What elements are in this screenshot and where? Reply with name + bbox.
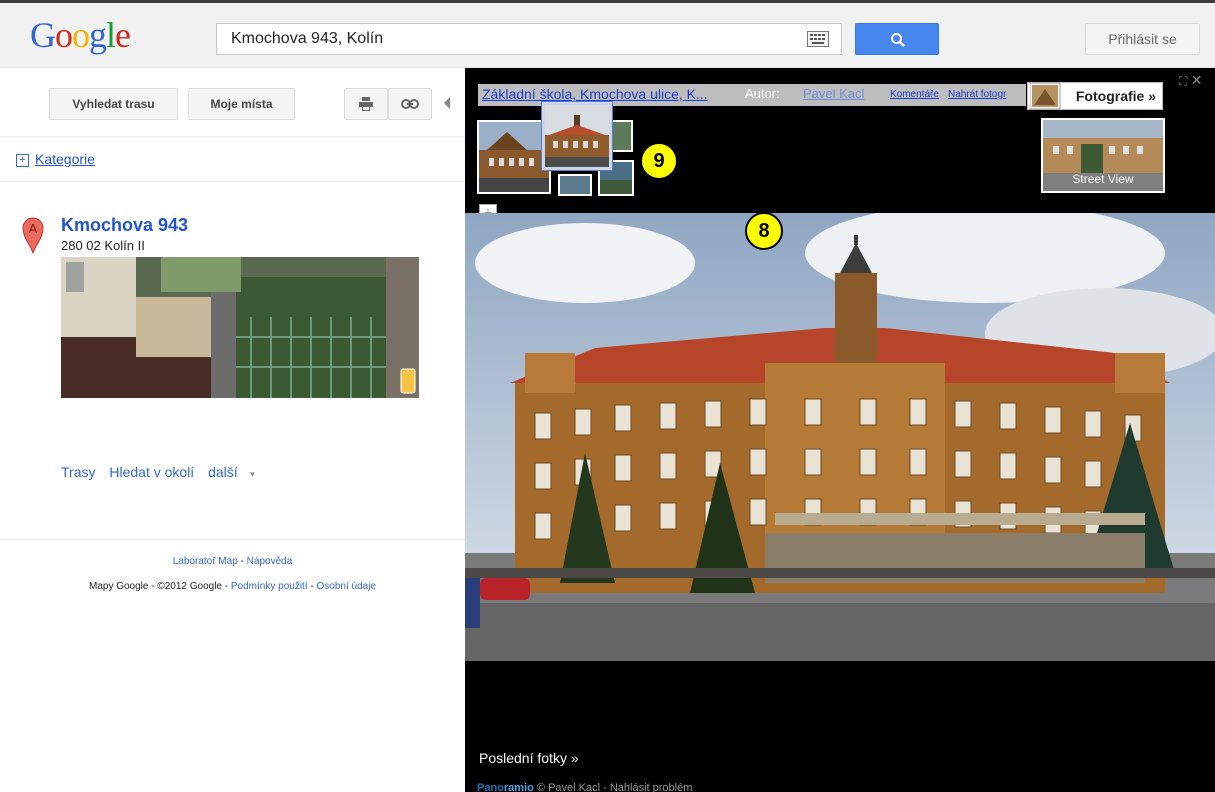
- search-nearby-link[interactable]: Hledat v okolí: [109, 464, 194, 480]
- logo-letter: g: [89, 15, 107, 55]
- sign-in-button[interactable]: Přihlásit se: [1085, 23, 1200, 55]
- categories-toggle[interactable]: + Kategorie: [16, 151, 95, 167]
- expand-icon[interactable]: ⛶: [1179, 74, 1187, 88]
- panoramio-logo[interactable]: Pano: [477, 782, 504, 792]
- logo-letter: e: [115, 15, 131, 55]
- more-label[interactable]: další: [208, 464, 238, 480]
- keyboard-icon[interactable]: [807, 31, 829, 47]
- street-view-label: Street View: [1072, 172, 1134, 186]
- privacy-link[interactable]: Osobní údaje: [317, 581, 377, 592]
- main-photo[interactable]: [465, 213, 1215, 661]
- terms-link[interactable]: Podmínky použití: [231, 581, 308, 592]
- sidebar: Vyhledat trasu Moje místa + Kategorie A K…: [0, 68, 465, 792]
- print-button[interactable]: [344, 88, 388, 120]
- search-icon: [891, 33, 905, 47]
- google-logo[interactable]: Google: [30, 15, 131, 55]
- logo-letter: o: [55, 15, 73, 55]
- photos-button-label: Fotografie »: [1075, 88, 1156, 104]
- categories-label[interactable]: Kategorie: [35, 151, 95, 167]
- search-input[interactable]: [217, 24, 791, 54]
- place-title[interactable]: Kmochova 943: [61, 215, 188, 236]
- search-button[interactable]: [855, 23, 939, 55]
- street-view-button[interactable]: Street View: [1041, 118, 1165, 193]
- place-address: 280 02 Kolín II: [61, 238, 145, 253]
- photo-thumbnail[interactable]: [558, 174, 592, 196]
- more-dropdown[interactable]: další ▾: [208, 464, 265, 480]
- my-places-button[interactable]: Moje místa: [188, 88, 295, 120]
- recent-photos-link[interactable]: Poslední fotky »: [479, 750, 579, 766]
- author-link[interactable]: Pavel Kacl: [803, 86, 864, 101]
- annotation-badge-8: 8: [745, 212, 783, 250]
- copyright-text: Mapy Google - ©2012 Google: [88, 581, 222, 592]
- photo-viewer: Základní škola, Kmochova ulice, K... Aut…: [465, 68, 1215, 792]
- logo-letter: l: [106, 15, 116, 55]
- route-button[interactable]: Vyhledat trasu: [49, 88, 178, 120]
- search-box[interactable]: [216, 23, 842, 55]
- divider: [0, 136, 465, 137]
- marker-letter: A: [29, 221, 38, 236]
- photo-stack-icon: [1030, 82, 1061, 110]
- print-icon: [359, 97, 373, 111]
- labs-link[interactable]: Laboratoř Map: [173, 556, 238, 567]
- divider: [0, 539, 465, 540]
- map-marker-icon[interactable]: A: [22, 216, 44, 254]
- upload-photo-link[interactable]: Nahrát fotogr: [948, 89, 1006, 100]
- author-label: Autor:: [745, 86, 780, 101]
- collapse-arrow-icon[interactable]: [443, 97, 451, 109]
- street-view-thumbnail[interactable]: [61, 257, 419, 398]
- footer-legal: Mapy Google - ©2012 Google - Podmínky po…: [88, 581, 377, 592]
- comments-link[interactable]: Komentáře: [890, 89, 939, 100]
- photos-button[interactable]: Fotografie »: [1027, 82, 1163, 110]
- link-icon: [401, 99, 419, 109]
- link-button[interactable]: [388, 88, 432, 120]
- logo-letter: o: [72, 15, 90, 55]
- help-link[interactable]: Nápověda: [247, 556, 293, 567]
- credit-text: © Pavel Kacl - Nahlásit problém: [536, 782, 693, 792]
- place-actions: Trasy Hledat v okolí další ▾: [61, 464, 275, 480]
- logo-letter: G: [30, 15, 56, 55]
- window-controls: ⛶ ✕: [1179, 72, 1202, 89]
- header: Google Přihlásit se: [0, 3, 1215, 68]
- panoramio-logo-tail[interactable]: ramio: [504, 782, 534, 792]
- photo-title-link[interactable]: Základní škola, Kmochova ulice, K...: [482, 86, 708, 102]
- annotation-badge-9: 9: [640, 142, 678, 180]
- expand-icon: +: [16, 154, 29, 167]
- routes-link[interactable]: Trasy: [61, 464, 95, 480]
- photo-thumbnail[interactable]: [477, 120, 551, 194]
- close-icon[interactable]: ✕: [1191, 72, 1203, 88]
- photo-thumbnail-selected[interactable]: [541, 101, 613, 171]
- photo-credit: Panoramio © Pavel Kacl - Nahlásit problé…: [477, 782, 692, 792]
- footer-links: Laboratoř Map - Nápověda: [172, 556, 293, 567]
- divider: [0, 181, 465, 182]
- chevron-down-icon: ▾: [247, 469, 255, 479]
